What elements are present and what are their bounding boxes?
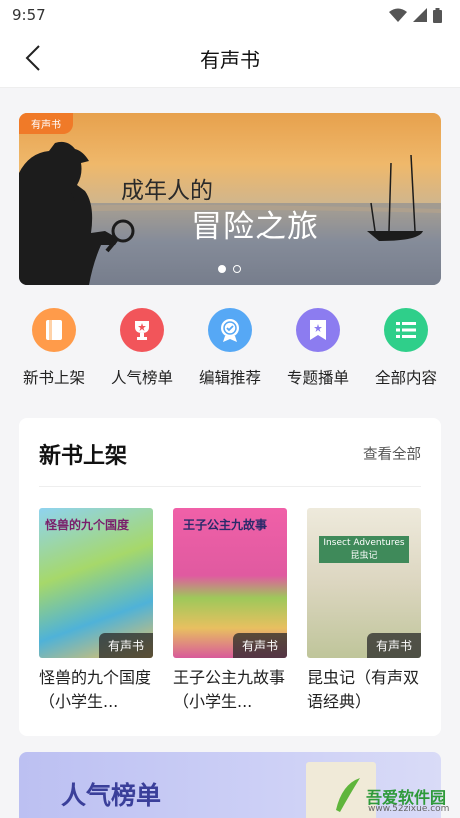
book-item[interactable]: Insect Adventures 昆虫记 有声书 昆虫记（有声双语经典） bbox=[307, 508, 421, 714]
status-icons bbox=[389, 7, 442, 23]
banner-headline-1: 成年人的 bbox=[121, 178, 213, 204]
quick-link-new-books[interactable]: 新书上架 bbox=[10, 308, 98, 388]
quick-link-label: 全部内容 bbox=[374, 369, 437, 387]
book-cover[interactable]: 王子公主九故事 有声书 bbox=[173, 508, 287, 658]
pagination-dot[interactable] bbox=[233, 265, 241, 273]
status-time: 9:57 bbox=[12, 6, 46, 24]
quick-link-label: 专题播单 bbox=[286, 369, 349, 387]
book-title: 昆虫记（有声双语经典） bbox=[307, 668, 420, 711]
book-cover[interactable]: Insect Adventures 昆虫记 有声书 bbox=[307, 508, 421, 658]
quick-link-label: 人气榜单 bbox=[110, 369, 173, 387]
new-books-card: 新书上架 查看全部 怪兽的九个国度 有声书 怪兽的九个国度（小学生... 王子公… bbox=[19, 418, 441, 736]
section-title: 人气榜单 bbox=[61, 781, 162, 810]
cover-title: 怪兽的九个国度 bbox=[45, 518, 130, 532]
battery-icon bbox=[433, 7, 442, 23]
bookmark-star-icon bbox=[296, 308, 340, 352]
watermark-url: www.52zixue.com bbox=[368, 804, 450, 814]
section-title: 新书上架 bbox=[39, 444, 128, 469]
quick-link-editor-picks[interactable]: 编辑推荐 bbox=[186, 308, 274, 388]
banner-headline-2: 冒险之旅 bbox=[191, 209, 319, 245]
quick-link-all-content[interactable]: 全部内容 bbox=[362, 308, 450, 388]
site-watermark: 吾爱软件园 www.52zixue.com bbox=[332, 762, 460, 818]
chevron-left-icon bbox=[25, 45, 40, 71]
cover-title: 王子公主九故事 bbox=[183, 518, 268, 532]
top-nav: 有声书 bbox=[0, 30, 460, 88]
watermark-logo-icon bbox=[336, 778, 360, 812]
hero-banner[interactable]: 有声书 成年人的 冒险之旅 bbox=[19, 113, 441, 285]
list-icon bbox=[384, 308, 428, 352]
quick-link-label: 编辑推荐 bbox=[198, 369, 261, 387]
pagination-dot-active[interactable] bbox=[218, 265, 226, 273]
book-item[interactable]: 怪兽的九个国度 有声书 怪兽的九个国度（小学生... bbox=[39, 508, 153, 714]
banner-pagination bbox=[218, 265, 241, 273]
back-button[interactable] bbox=[18, 43, 48, 73]
divider bbox=[39, 486, 421, 487]
book-icon bbox=[32, 308, 76, 352]
banner-tag: 有声书 bbox=[19, 113, 73, 134]
status-bar: 9:57 bbox=[0, 0, 460, 30]
wifi-icon bbox=[389, 8, 407, 22]
view-all-link[interactable]: 查看全部 bbox=[363, 443, 421, 464]
quick-links: 新书上架 人气榜单 编辑推荐 专题播单 全部内容 bbox=[10, 308, 450, 388]
medal-icon bbox=[208, 308, 252, 352]
book-title: 王子公主九故事（小学生... bbox=[173, 668, 286, 711]
quick-link-label: 新书上架 bbox=[22, 369, 85, 387]
book-item[interactable]: 王子公主九故事 有声书 王子公主九故事（小学生... bbox=[173, 508, 287, 714]
trophy-icon bbox=[120, 308, 164, 352]
book-title: 怪兽的九个国度（小学生... bbox=[39, 668, 152, 711]
banner-illustration bbox=[19, 141, 441, 285]
page-title: 有声书 bbox=[200, 48, 260, 72]
book-cover[interactable]: 怪兽的九个国度 有声书 bbox=[39, 508, 153, 658]
quick-link-popular[interactable]: 人气榜单 bbox=[98, 308, 186, 388]
signal-icon bbox=[413, 8, 427, 22]
audiobook-badge: 有声书 bbox=[98, 633, 153, 658]
cover-title: Insect Adventures 昆虫记 bbox=[319, 536, 409, 563]
audiobook-badge: 有声书 bbox=[232, 633, 287, 658]
audiobook-badge: 有声书 bbox=[366, 633, 421, 658]
quick-link-playlists[interactable]: 专题播单 bbox=[274, 308, 362, 388]
